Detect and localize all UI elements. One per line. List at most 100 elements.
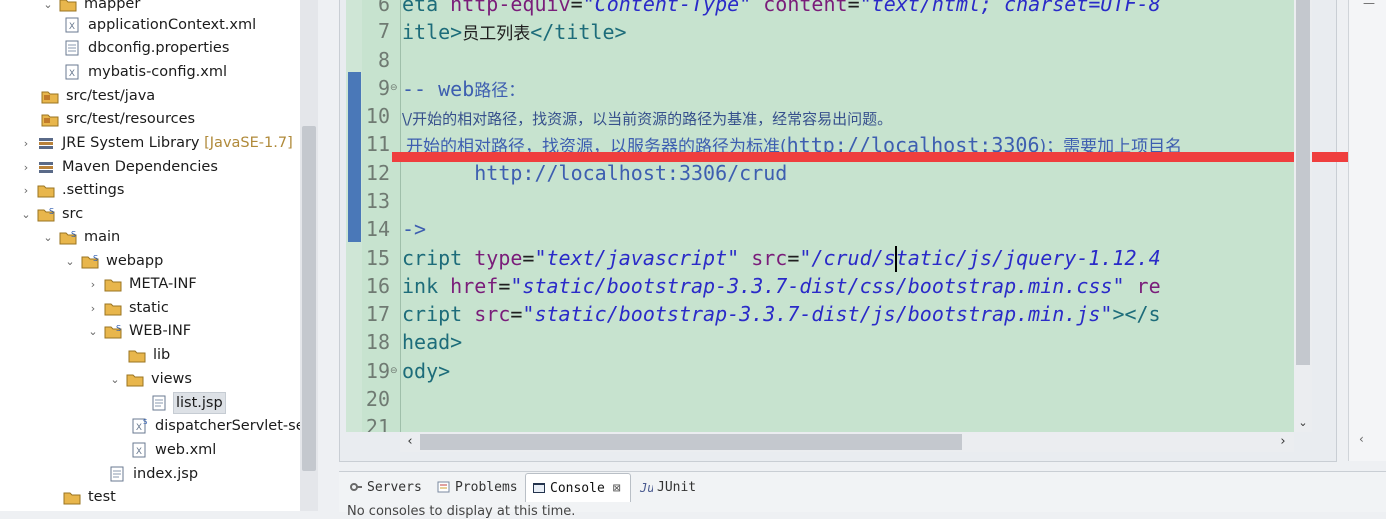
fold-collapse-icon[interactable]: ⊖ <box>390 367 399 376</box>
console-output: No consoles to display at this time. <box>347 504 576 519</box>
xml-file-icon: X <box>65 17 79 33</box>
tree-item-index-jsp[interactable]: index.jsp <box>108 463 200 485</box>
chevron-down-icon[interactable]: ⌄ <box>86 324 100 338</box>
scroll-left-arrow-icon[interactable]: ‹ <box>1359 432 1364 446</box>
tree-item-settings[interactable]: › .settings <box>19 179 126 201</box>
line-number: 14 <box>365 217 390 241</box>
tree-item-list-jsp[interactable]: list.jsp <box>150 392 226 414</box>
line-number: 13 <box>365 189 390 213</box>
code-token: "static/bootstrap-3.3.7-dist/js/bootstra… <box>522 302 1113 326</box>
line-number: 12 <box>365 161 390 185</box>
svg-text:X: X <box>136 423 142 433</box>
source-folder-icon: S <box>104 324 122 339</box>
tree-item-maven-dependencies[interactable]: › Maven Dependencies <box>19 156 220 178</box>
tab-servers[interactable]: Servers <box>343 473 427 501</box>
folder-icon <box>37 185 55 198</box>
chevron-down-icon[interactable]: ⌄ <box>63 254 77 268</box>
explorer-scrollbar-thumb[interactable] <box>302 126 316 471</box>
jsp-file-icon <box>152 395 166 411</box>
code-line-6: eta http-equiv="Content-Type" content="t… <box>402 0 1161 16</box>
scroll-right-arrow-icon[interactable]: › <box>1274 432 1292 452</box>
tree-item-src[interactable]: ⌄ S src <box>19 203 85 225</box>
tree-item-main[interactable]: ⌄ S main <box>41 226 122 248</box>
tree-item-static[interactable]: › static <box>86 297 171 319</box>
folder-icon <box>104 303 122 316</box>
tree-item-web-xml[interactable]: X web.xml <box>130 439 218 461</box>
tree-item-lib[interactable]: lib <box>128 344 172 366</box>
xml-file-icon: X <box>65 64 79 80</box>
tree-item-label: JRE System Library <box>62 135 200 151</box>
text-caret <box>895 246 897 272</box>
tree-item-webapp[interactable]: ⌄ S webapp <box>63 250 165 272</box>
tree-item-src-test-resources[interactable]: src/test/resources <box>41 108 197 130</box>
tree-item-dbconfig-properties[interactable]: dbconfig.properties <box>63 37 231 59</box>
tree-item-src-test-java[interactable]: src/test/java <box>41 85 157 107</box>
code-token: eta <box>402 0 451 16</box>
code-token: = <box>847 0 860 16</box>
properties-file-icon <box>65 40 79 56</box>
code-line-15: cript type="text/javascript" src="/crud/… <box>402 246 1161 270</box>
package-folder-icon <box>59 0 77 12</box>
chevron-down-icon[interactable]: ⌄ <box>41 230 55 244</box>
editor-vertical-scrollbar-thumb[interactable] <box>1296 0 1310 365</box>
tree-item-mapper[interactable]: ⌄ mapper <box>41 0 142 15</box>
chevron-right-icon[interactable]: › <box>86 277 100 291</box>
code-token: = <box>522 246 535 270</box>
chevron-right-icon[interactable]: › <box>19 136 33 150</box>
tab-junit[interactable]: Ju JUnit <box>633 473 703 501</box>
chevron-right-icon[interactable]: › <box>86 301 100 315</box>
code-editor[interactable]: 6 7 8 9 10 11 12 13 14 15 16 17 18 19 20… <box>346 0 1294 432</box>
bottom-panel: Servers Problems Console ⊠ Ju JUnit No c… <box>339 471 1386 519</box>
tree-item-meta-inf[interactable]: › META-INF <box>86 273 199 295</box>
tree-item-test[interactable]: test <box>63 486 118 508</box>
code-token: src <box>474 302 511 326</box>
line-number: 18 <box>365 330 390 354</box>
tree-item-mybatis-config-xml[interactable]: X mybatis-config.xml <box>63 61 229 83</box>
tree-item-web-inf[interactable]: ⌄ S WEB-INF <box>86 320 193 342</box>
tree-item-applicationcontext-xml[interactable]: X applicationContext.xml <box>63 14 258 36</box>
folder-icon <box>104 279 122 292</box>
scroll-left-arrow-icon[interactable]: ‹ <box>401 432 419 452</box>
chevron-right-icon[interactable]: › <box>19 183 33 197</box>
close-icon[interactable]: ⊠ <box>613 481 621 496</box>
line-number: 7 <box>377 19 390 43</box>
code-line-10: \/开始的相对路径，找资源，以当前资源的路径为基准，经常容易出问题。 <box>402 110 893 128</box>
editor-horizontal-scrollbar-thumb[interactable] <box>420 434 962 450</box>
code-token: ink <box>402 274 451 298</box>
code-token: "/crud/static/js/jquery-1.12.4 <box>799 246 1161 270</box>
junit-icon: Ju <box>639 481 653 494</box>
code-token: "static/bootstrap-3.3.7-dist/css/bootstr… <box>510 274 1125 298</box>
tab-console[interactable]: Console ⊠ <box>525 473 631 502</box>
code-token: 路径： <box>474 81 526 101</box>
chevron-down-icon[interactable]: ⌄ <box>108 372 122 386</box>
code-token: src <box>751 246 788 270</box>
code-line-16: ink href="static/bootstrap-3.3.7-dist/cs… <box>402 274 1161 298</box>
minimize-icon[interactable]: — <box>1363 0 1375 10</box>
chevron-down-icon[interactable]: ⌄ <box>19 207 33 221</box>
scroll-down-arrow-icon[interactable]: ⌄ <box>1294 414 1312 432</box>
folder-icon <box>63 492 81 505</box>
chevron-right-icon[interactable]: › <box>19 160 33 174</box>
tree-item-dispatcherservlet[interactable]: XS dispatcherServlet-ser <box>130 415 313 437</box>
line-number: 16 <box>365 274 390 298</box>
tab-label: Problems <box>455 479 518 495</box>
line-number: 6 <box>377 0 390 16</box>
servers-icon <box>350 483 362 491</box>
jre-version-decoration: [JavaSE-1.7] <box>204 135 293 151</box>
jsp-file-icon <box>110 466 124 482</box>
code-token: "text/javascript" <box>534 246 740 270</box>
fold-collapse-icon[interactable]: ⊖ <box>390 84 399 93</box>
tree-item-views[interactable]: ⌄ views <box>108 368 194 390</box>
tab-problems[interactable]: Problems <box>431 473 521 501</box>
line-number: 10 <box>365 104 390 128</box>
chevron-down-icon[interactable]: ⌄ <box>41 0 55 11</box>
source-folder-icon: S <box>59 230 77 245</box>
source-folder-icon <box>41 91 59 104</box>
code-token: -- web <box>402 77 475 101</box>
tree-item-jre-system-library[interactable]: › JRE System Library [JavaSE-1.7] <box>19 132 295 154</box>
line-number: 8 <box>377 48 390 72</box>
library-icon <box>39 162 53 173</box>
code-line-17: cript src="static/bootstrap-3.3.7-dist/j… <box>402 302 1161 326</box>
